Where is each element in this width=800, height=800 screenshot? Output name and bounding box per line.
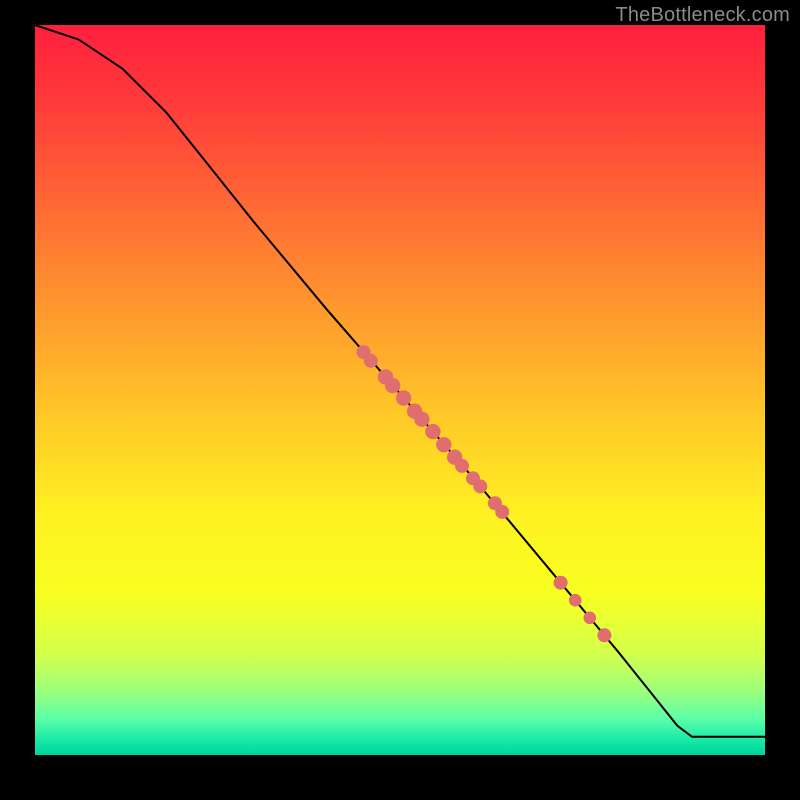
chart-dot (396, 390, 411, 405)
chart-dot (597, 628, 611, 642)
chart-dot (495, 505, 509, 519)
chart-dot (414, 412, 429, 427)
chart-dot (436, 437, 451, 452)
chart-curve (35, 25, 765, 737)
chart-dot (425, 424, 440, 439)
chart-svg (0, 0, 800, 800)
chart-dot (455, 459, 469, 473)
chart-dot (584, 612, 597, 625)
chart-dot (569, 594, 582, 607)
chart-dot (554, 576, 568, 590)
chart-dot (385, 378, 400, 393)
chart-dot (364, 354, 378, 368)
chart-dot (473, 479, 487, 493)
